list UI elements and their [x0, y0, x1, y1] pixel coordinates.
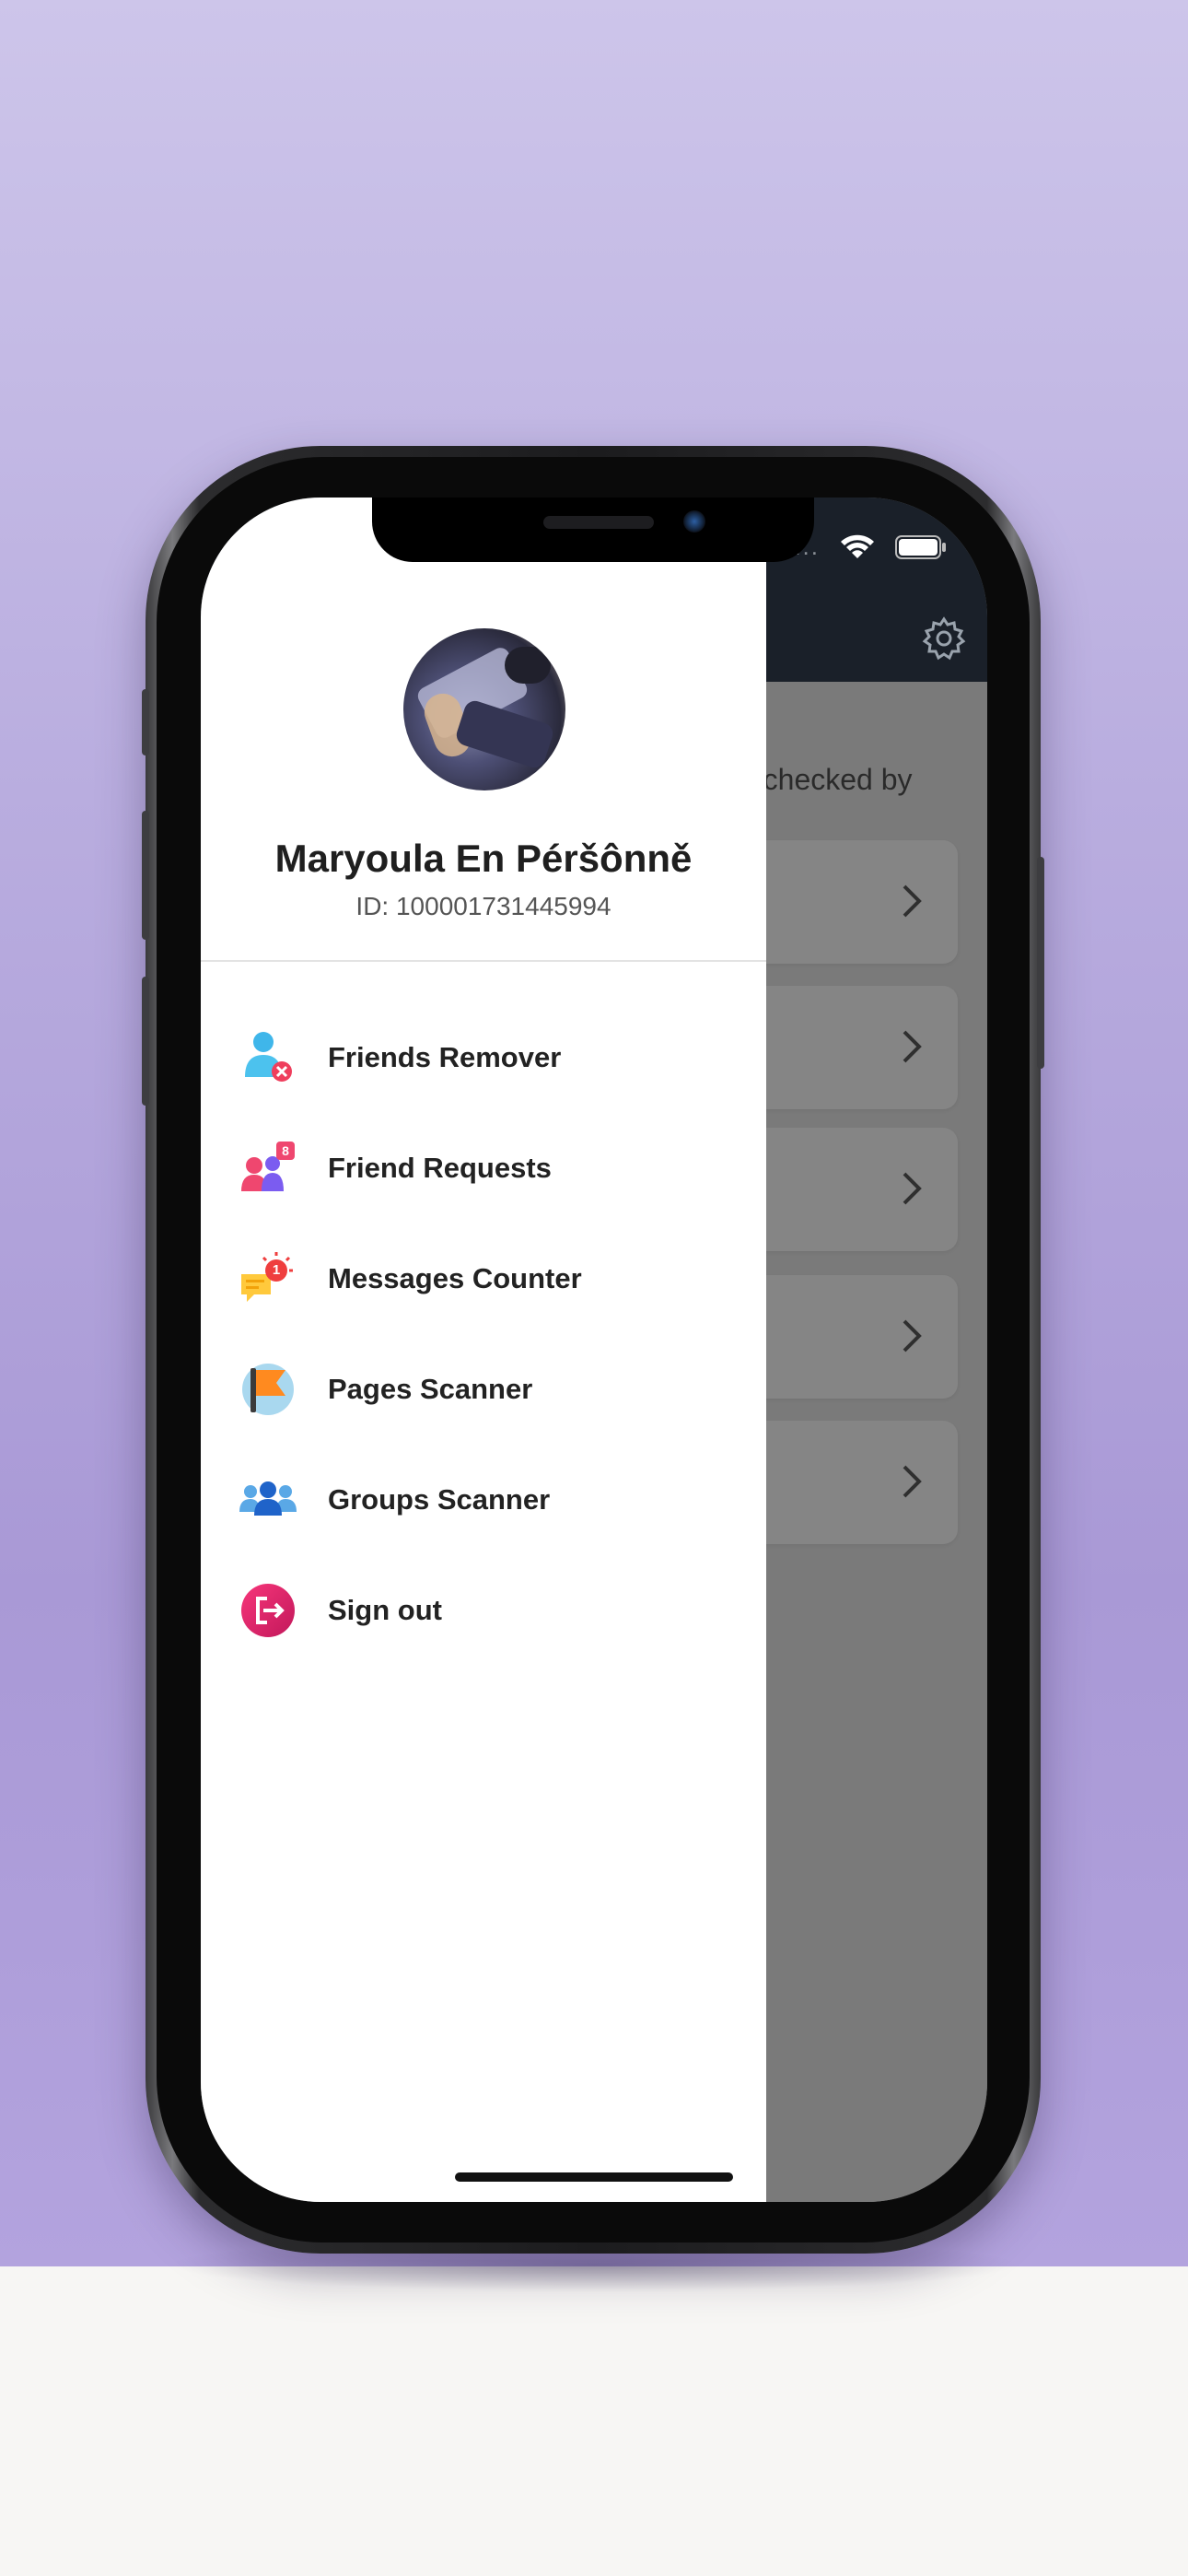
menu-label: Messages Counter — [328, 1262, 582, 1294]
avatar[interactable] — [403, 628, 565, 790]
menu-label: Sign out — [328, 1594, 442, 1626]
chevron-right-icon — [903, 1465, 922, 1498]
notch — [372, 498, 814, 562]
front-camera — [683, 510, 705, 533]
messages-counter-icon: 1 — [239, 1250, 297, 1307]
menu-item-friend-requests[interactable]: 8 Friend Requests — [239, 1131, 737, 1205]
menu-label: Friends Remover — [328, 1041, 562, 1073]
floor — [0, 2266, 1188, 2576]
intro-text: (checked by — [753, 763, 913, 796]
speaker — [543, 516, 654, 529]
menu-item-pages-scanner[interactable]: Pages Scanner — [239, 1352, 737, 1426]
friends-remover-icon — [245, 1032, 292, 1082]
chevron-right-icon — [903, 1172, 922, 1205]
divider — [201, 960, 766, 962]
menu-item-messages-counter[interactable]: 1 Messages Counter — [239, 1242, 737, 1316]
menu-item-friends-remover[interactable]: Friends Remover — [239, 1021, 737, 1095]
chevron-right-icon — [903, 1319, 922, 1352]
sign-out-icon — [241, 1584, 295, 1637]
volume-down-button — [142, 977, 149, 1106]
groups-scanner-icon — [239, 1481, 297, 1516]
friend-requests-badge: 8 — [282, 1143, 289, 1158]
menu-label: Friend Requests — [328, 1152, 552, 1184]
user-name: Maryoula En Péršônně — [274, 837, 693, 880]
menu-label: Groups Scanner — [328, 1483, 551, 1516]
mute-switch — [142, 689, 149, 755]
volume-up-button — [142, 811, 149, 940]
gear-icon[interactable] — [921, 615, 967, 662]
wifi-icon — [841, 534, 874, 558]
phone-screen: .... (checked by — [201, 498, 987, 2202]
chevron-right-icon — [903, 884, 922, 918]
menu-label: Pages Scanner — [328, 1373, 533, 1405]
friend-requests-icon: 8 — [239, 1140, 297, 1197]
chevron-right-icon — [903, 1030, 922, 1063]
pages-scanner-icon — [242, 1364, 294, 1415]
home-indicator[interactable] — [455, 2172, 733, 2182]
menu-item-sign-out[interactable]: Sign out — [239, 1574, 737, 1647]
menu-item-groups-scanner[interactable]: Groups Scanner — [239, 1463, 737, 1537]
power-button — [1037, 857, 1044, 1069]
user-id: ID: 100001731445994 — [355, 892, 611, 920]
messages-badge: 1 — [272, 1262, 281, 1278]
side-drawer: Maryoula En Péršônně ID: 100001731445994… — [201, 498, 766, 2202]
battery-icon — [895, 534, 946, 559]
